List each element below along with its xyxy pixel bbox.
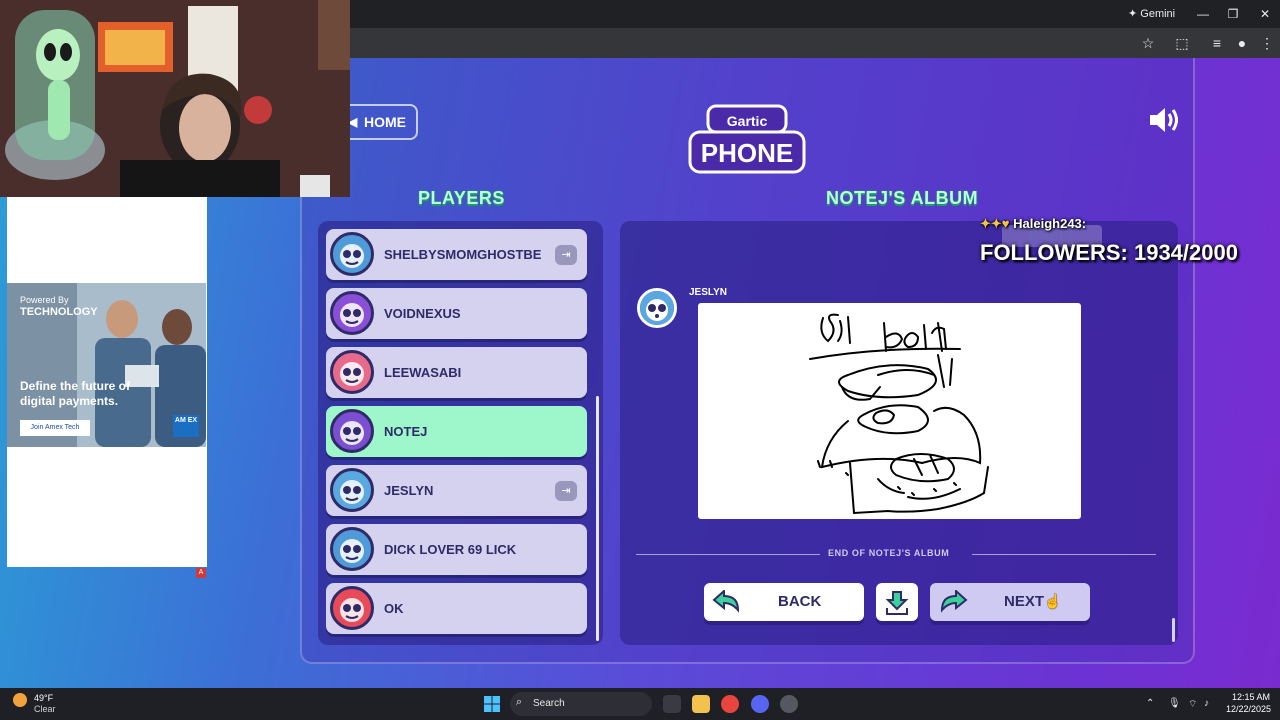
chat-username: Haleigh243:	[1013, 216, 1087, 231]
player-row[interactable]: LEEWASABI	[326, 347, 587, 398]
back-label: BACK	[778, 593, 822, 610]
gemini-button[interactable]: ✦ Gemini	[1120, 4, 1183, 24]
webcam-image	[0, 0, 350, 197]
album-scrollbar[interactable]	[1172, 618, 1175, 642]
divider-left	[636, 554, 820, 555]
speaker-icon[interactable]	[1148, 106, 1180, 134]
cursor-hand-icon: ☝	[1044, 593, 1062, 609]
logo-top-text: Gartic	[727, 113, 768, 129]
back-button[interactable]: BACK	[704, 583, 864, 621]
player-name: LEEWASABI	[384, 365, 462, 380]
browser-menu-icon[interactable]: ⋮	[1256, 32, 1278, 54]
app-icon[interactable]	[780, 695, 798, 713]
search-label: Search	[533, 698, 565, 709]
gemini-label: Gemini	[1140, 8, 1176, 20]
clock-time: 12:15 AM	[1232, 692, 1271, 702]
ad-cta-button[interactable]: Join Amex Tech	[20, 420, 90, 436]
player-name: OK	[384, 601, 404, 616]
player-row[interactable]: NOTEJ	[326, 406, 587, 457]
redo-arrow-icon	[940, 590, 968, 613]
album-title: NOTEJ'S ALBUM	[826, 188, 979, 208]
tray-chevron-icon[interactable]: ⌃	[1146, 698, 1154, 709]
reading-list-icon[interactable]: ≡	[1206, 32, 1228, 54]
microphone-icon[interactable]: 🎙	[1168, 698, 1181, 709]
chrome-icon[interactable]	[721, 695, 739, 713]
player-avatar	[330, 586, 374, 630]
search-icon: ⌕	[516, 696, 523, 708]
player-avatar	[330, 232, 374, 276]
author-name: JESLYN	[689, 287, 727, 298]
player-exit-icon[interactable]: ⇥	[555, 481, 577, 501]
player-row[interactable]: VOIDNEXUS	[326, 288, 587, 339]
player-name: SHELBYSMOMGHOSTBE	[384, 247, 542, 262]
wifi-icon[interactable]: ⌔	[1188, 698, 1197, 711]
weather-temperature: 49°F	[34, 693, 54, 703]
stream-chat-line: ✦✦♥ Haleigh243:	[980, 216, 1086, 232]
close-icon[interactable]: ✕	[1250, 4, 1280, 24]
file-explorer-icon[interactable]	[692, 695, 710, 713]
scribble-drawing	[809, 313, 989, 515]
ad-panel: Powered By TECHNOLOGY Define the future …	[7, 197, 207, 567]
extensions-icon[interactable]: ⬚	[1171, 32, 1193, 54]
player-avatar	[330, 527, 374, 571]
player-avatar	[330, 468, 374, 512]
download-icon	[885, 591, 909, 615]
windows-taskbar: 49°F Clear ⌕ Search ⌃ 🎙 ⌔ ♪ 12:15 AM 12/…	[0, 688, 1280, 720]
task-view-icon[interactable]	[663, 695, 681, 713]
home-label: HOME	[364, 114, 406, 130]
undo-arrow-icon	[712, 590, 740, 613]
player-avatar	[330, 350, 374, 394]
followers-goal: FOLLOWERS: 1934/2000	[980, 240, 1238, 265]
player-name: VOIDNEXUS	[384, 306, 461, 321]
player-avatar	[330, 409, 374, 453]
player-avatar	[330, 291, 374, 335]
player-exit-icon[interactable]: ⇥	[555, 245, 577, 265]
webcam-feed	[0, 0, 350, 197]
taskbar-search[interactable]	[510, 692, 652, 716]
album-end-label: END OF NOTEJ'S ALBUM	[828, 548, 950, 558]
weather-condition: Clear	[34, 704, 56, 714]
profile-avatar[interactable]: ●	[1231, 32, 1253, 54]
album-drawing	[698, 303, 1081, 519]
player-row[interactable]: OK	[326, 583, 587, 634]
players-title: PLAYERS	[418, 188, 505, 208]
next-label: NEXT	[1004, 593, 1045, 610]
player-row[interactable]: DICK LOVER 69 LICK	[326, 524, 587, 575]
ad-headline: Define the future of digital payments.	[20, 379, 130, 408]
adchoices-icon[interactable]: A	[196, 568, 206, 578]
download-button[interactable]	[876, 583, 918, 621]
author-avatar	[637, 288, 677, 328]
windows-start-icon[interactable]	[484, 696, 500, 712]
chat-badges-icon: ✦✦♥	[980, 216, 1010, 231]
players-list: SHELBYSMOMGHOSTBE ⇥ VOIDNEXUS LEEWASABI NOTE…	[318, 221, 603, 645]
clock-date: 12/22/2025	[1226, 704, 1272, 714]
minimize-icon[interactable]: —	[1188, 4, 1218, 24]
player-name: DICK LOVER 69 LICK	[384, 542, 517, 557]
volume-icon[interactable]: ♪	[1204, 698, 1209, 709]
player-row[interactable]: JESLYN ⇥	[326, 465, 587, 516]
player-name: NOTEJ	[384, 424, 428, 439]
bookmark-star-icon[interactable]: ☆	[1137, 32, 1159, 54]
player-name: JESLYN	[384, 483, 434, 498]
player-row[interactable]: SHELBYSMOMGHOSTBE ⇥	[326, 229, 587, 280]
ad-powered-by: Powered By	[20, 295, 69, 305]
gartic-phone-logo: Gartic PHONE	[688, 104, 806, 174]
players-scrollbar[interactable]	[596, 396, 599, 641]
ad-technology: TECHNOLOGY	[20, 306, 98, 318]
logo-bottom-text: PHONE	[701, 138, 793, 168]
discord-icon[interactable]	[751, 695, 769, 713]
next-button[interactable]: NEXT ☝	[930, 583, 1090, 621]
restore-icon[interactable]: ❐	[1218, 4, 1248, 24]
weather-icon[interactable]	[13, 693, 27, 707]
divider-right	[972, 554, 1156, 555]
amex-logo: AM EX	[173, 415, 199, 437]
